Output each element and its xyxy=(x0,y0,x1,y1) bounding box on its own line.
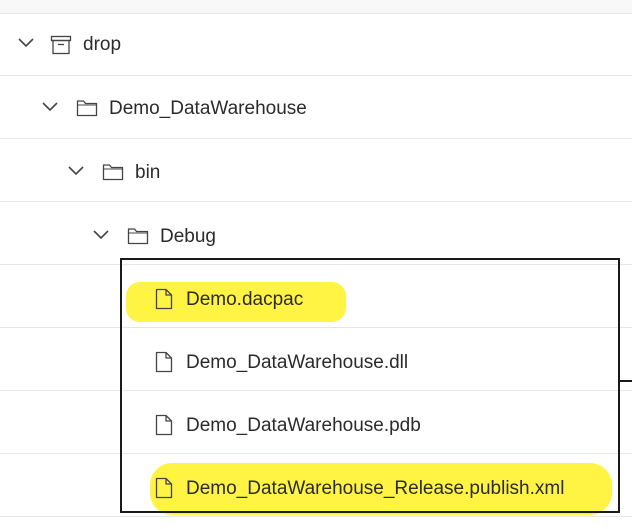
chevron-down-icon[interactable] xyxy=(42,102,58,112)
chevron-down-icon[interactable] xyxy=(68,166,84,176)
tree-row-debug[interactable]: Debug xyxy=(0,203,632,265)
file-icon xyxy=(155,477,173,499)
file-icon xyxy=(155,414,173,436)
tree-item-label: Demo_DataWarehouse.pdb xyxy=(186,415,421,436)
tree-item-label: drop xyxy=(83,34,122,55)
annotation-connector-line xyxy=(620,380,632,382)
tree-row-demo-datawarehouse-pdb[interactable]: Demo_DataWarehouse.pdb xyxy=(0,392,632,454)
folder-icon xyxy=(127,227,149,245)
chevron-down-icon[interactable] xyxy=(93,230,109,240)
folder-icon xyxy=(102,163,124,181)
tree-item-label: Demo_DataWarehouse.dll xyxy=(186,352,409,373)
tree-item-label: Debug xyxy=(160,226,216,247)
tree-item-label: Demo_DataWarehouse xyxy=(109,98,307,119)
tree-row-demo-dacpac[interactable]: Demo.dacpac xyxy=(0,266,632,328)
folder-icon xyxy=(76,99,98,117)
tree-item-label: Demo_DataWarehouse_Release.publish.xml xyxy=(186,478,565,499)
tree-row-demo-datawarehouse-release-publish-xml[interactable]: Demo_DataWarehouse_Release.publish.xml xyxy=(0,455,632,517)
chevron-down-icon[interactable] xyxy=(18,38,34,48)
tree-row-demo-datawarehouse-dll[interactable]: Demo_DataWarehouse.dll xyxy=(0,329,632,391)
top-strip xyxy=(0,0,632,14)
file-icon xyxy=(155,351,173,373)
tree-row-drop[interactable]: drop xyxy=(0,14,632,76)
tree-item-label: bin xyxy=(135,162,161,183)
file-icon xyxy=(155,288,173,310)
tree-item-label: Demo.dacpac xyxy=(186,289,304,310)
artifact-icon xyxy=(50,35,72,55)
tree-row-demo-datawarehouse[interactable]: Demo_DataWarehouse xyxy=(0,77,632,139)
tree-row-bin[interactable]: bin xyxy=(0,140,632,202)
